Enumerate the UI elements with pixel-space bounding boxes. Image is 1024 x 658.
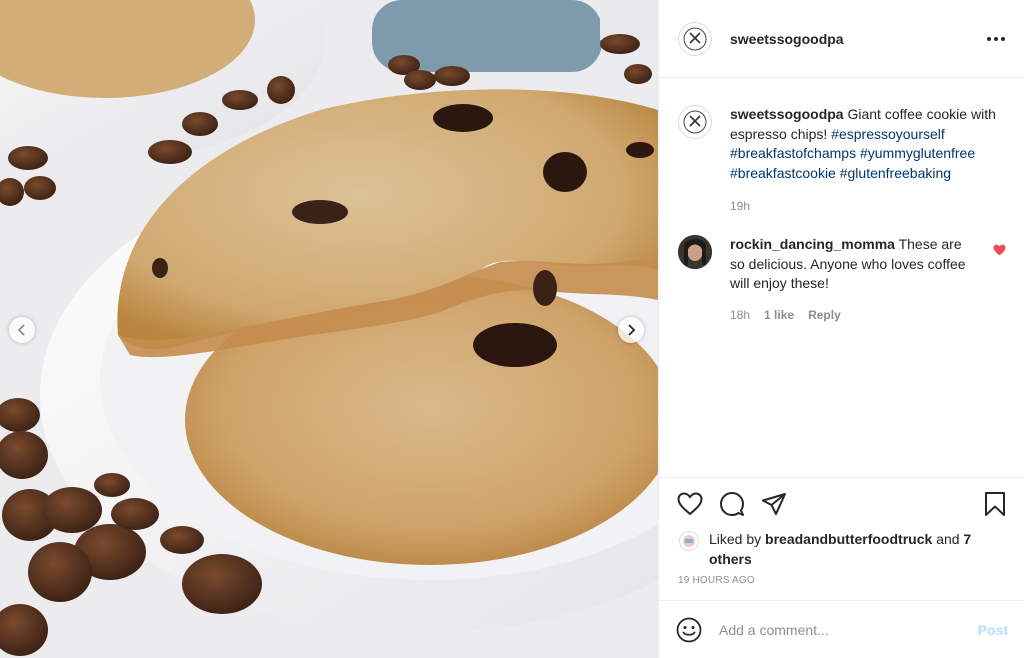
caption-body: sweetssogoodpa Giant coffee cookie with …	[730, 105, 998, 183]
chevron-right-icon	[628, 324, 636, 336]
save-button[interactable]	[980, 489, 1010, 519]
comment-like-button[interactable]	[993, 243, 1006, 259]
comment-timestamp[interactable]: 18h	[730, 308, 750, 322]
post-header: sweetssogoodpa	[659, 0, 1024, 78]
action-icons-row	[659, 478, 1024, 530]
heart-filled-icon	[993, 244, 1006, 256]
avatar[interactable]	[678, 105, 712, 139]
post-side-panel: sweetssogoodpa sweetssogoodpa Giant coff…	[658, 0, 1024, 658]
add-comment-bar: Post	[659, 600, 1024, 658]
caption-username[interactable]: sweetssogoodpa	[730, 106, 844, 122]
share-icon	[762, 493, 786, 515]
comment-body: rockin_dancing_momma These are so delici…	[730, 235, 968, 294]
bakery-logo-icon	[683, 27, 707, 50]
hashtag-link[interactable]: #breakfastcookie	[730, 165, 836, 181]
comment-likes-count[interactable]: 1 like	[764, 308, 794, 322]
liker-username[interactable]: breadandbutterfoodtruck	[765, 531, 932, 547]
like-button[interactable]	[675, 489, 705, 519]
hashtag-link[interactable]: #breakfastofchamps	[730, 145, 856, 161]
post-actions: Liked by breadandbutterfoodtruck and 7 o…	[659, 477, 1024, 599]
likes-text: Liked by breadandbutterfoodtruck and 7 o…	[709, 530, 1008, 569]
post-comment-button[interactable]: Post	[978, 622, 1008, 638]
likes-summary: Liked by breadandbutterfoodtruck and 7 o…	[659, 530, 1024, 569]
commenter-avatar[interactable]	[678, 235, 712, 269]
comments-section: sweetssogoodpa Giant coffee cookie with …	[659, 79, 1024, 476]
liker-avatar[interactable]	[679, 531, 699, 551]
comment-item: rockin_dancing_momma These are so delici…	[678, 235, 1008, 294]
emoji-icon	[676, 617, 702, 642]
chevron-left-icon	[17, 324, 25, 336]
bookmark-icon	[985, 492, 1005, 516]
carousel-prev-button[interactable]	[9, 317, 35, 343]
hashtag-link[interactable]: #yummyglutenfree	[860, 145, 975, 161]
hashtag-link[interactable]: #espressoyourself	[831, 126, 945, 142]
post-timestamp[interactable]: 19 HOURS AGO	[659, 575, 1024, 586]
truck-logo-icon	[683, 535, 695, 547]
comment-button[interactable]	[717, 489, 747, 519]
comment-meta: 18h 1 like Reply	[730, 308, 1008, 322]
hashtag-link[interactable]: #glutenfreebaking	[840, 165, 951, 181]
post-caption: sweetssogoodpa Giant coffee cookie with …	[678, 105, 1008, 183]
header-username[interactable]: sweetssogoodpa	[730, 31, 984, 47]
user-photo-icon	[678, 235, 712, 269]
likes-prefix: Liked by	[709, 531, 762, 547]
emoji-button[interactable]	[675, 616, 703, 644]
more-icon	[987, 36, 1005, 41]
instagram-post: sweetssogoodpa sweetssogoodpa Giant coff…	[0, 0, 1024, 658]
comment-username[interactable]: rockin_dancing_momma	[730, 236, 895, 252]
share-button[interactable]	[759, 489, 789, 519]
reply-button[interactable]: Reply	[808, 308, 841, 322]
bakery-logo-icon	[683, 110, 707, 134]
more-options-button[interactable]	[984, 27, 1008, 51]
caption-timestamp[interactable]: 19h	[730, 199, 1008, 213]
comment-icon	[720, 492, 744, 516]
carousel-next-button[interactable]	[618, 317, 644, 343]
avatar[interactable]	[678, 21, 712, 56]
post-photo	[0, 0, 658, 658]
heart-icon	[677, 492, 703, 516]
comment-input[interactable]	[719, 621, 978, 638]
likes-and: and	[936, 531, 960, 547]
cookie-photo-illustration	[0, 0, 658, 658]
